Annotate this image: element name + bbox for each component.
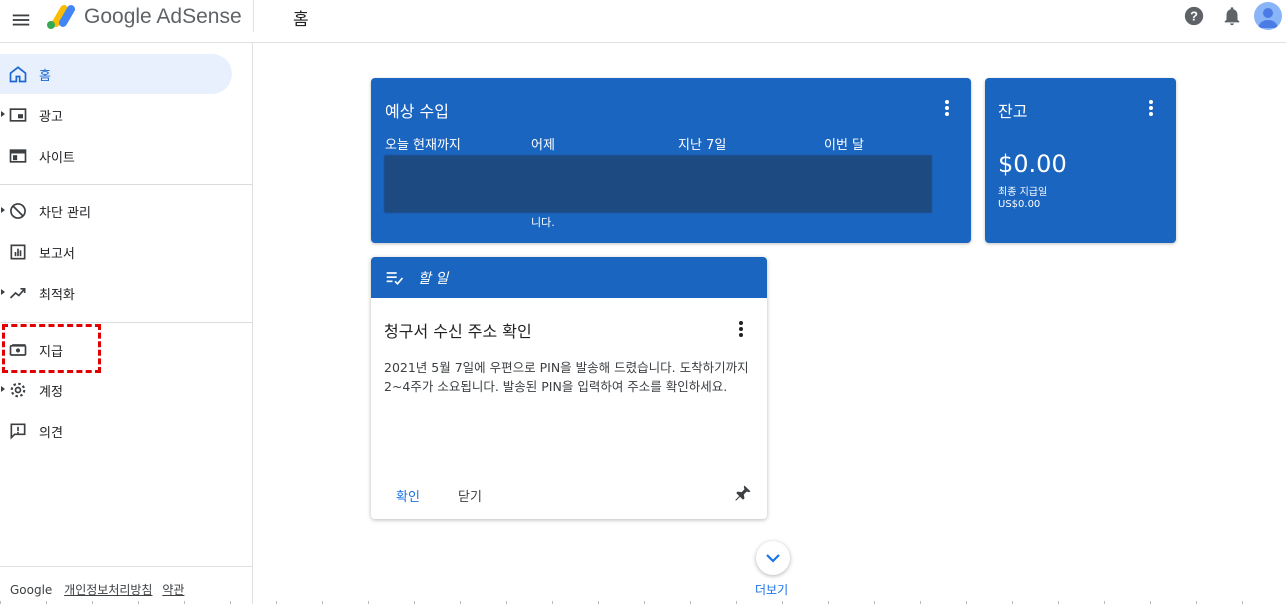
payments-highlight-box: [2, 324, 101, 373]
earnings-col-month: 이번 달: [824, 138, 865, 153]
earnings-card: 예상 수입 오늘 현재까지 어제 지난 7일 이번 달 니다.: [371, 78, 971, 243]
earnings-col-today: 오늘 현재까지: [385, 138, 461, 153]
earnings-title: 예상 수입: [385, 102, 449, 121]
chevron-down-icon: [766, 554, 780, 563]
earnings-tail-text: 니다.: [531, 216, 555, 229]
account-avatar[interactable]: [1254, 2, 1282, 30]
sidebar-item-feedback[interactable]: 의견: [0, 411, 232, 451]
sidebar-divider: [0, 184, 253, 185]
balance-amount: $0.00: [998, 150, 1067, 178]
expand-caret-icon: [1, 207, 5, 213]
todo-item-description: 2021년 5월 7일에 우편으로 PIN을 발송해 드렸습니다. 도착하기까지…: [384, 358, 756, 396]
confirm-button[interactable]: 확인: [396, 486, 420, 505]
sidebar-item-label: 광고: [39, 110, 63, 125]
sidebar: 홈 광고 사이트 차단 관리 보고서 최적화 지급 계정 의견 Google 개…: [0, 43, 253, 604]
sidebar-item-account[interactable]: 계정: [0, 370, 232, 410]
dismiss-button[interactable]: 닫기: [458, 486, 482, 505]
balance-last-payment-label: 최종 지급일: [998, 187, 1048, 198]
sidebar-item-reports[interactable]: 보고서: [0, 232, 232, 272]
adsense-logo-icon: [47, 5, 75, 29]
expand-caret-icon: [1, 111, 5, 117]
sidebar-item-home[interactable]: 홈: [0, 54, 232, 94]
sidebar-item-label: 계정: [39, 385, 63, 400]
menu-icon[interactable]: [10, 9, 32, 31]
sidebar-footer: Google 개인정보처리방침 약관: [10, 581, 190, 598]
redacted-earnings-values: [384, 155, 932, 213]
sidebar-item-sites[interactable]: 사이트: [0, 136, 232, 176]
sites-icon: [9, 149, 27, 163]
sidebar-item-blocking[interactable]: 차단 관리: [0, 191, 232, 231]
privacy-link[interactable]: 개인정보처리방침: [64, 583, 152, 597]
footer-google: Google: [10, 583, 53, 597]
reports-icon: [10, 244, 26, 260]
todo-more-icon[interactable]: [738, 321, 744, 339]
earnings-col-7days: 지난 7일: [678, 138, 727, 153]
gear-icon: [10, 382, 26, 398]
todo-header: 할 일: [371, 257, 767, 298]
sidebar-divider: [0, 322, 253, 323]
brand-name: Google AdSense: [84, 5, 242, 28]
sidebar-item-label: 의견: [39, 426, 63, 441]
help-icon[interactable]: ?: [1183, 5, 1205, 27]
page-title: 홈: [293, 10, 309, 30]
feedback-icon: [10, 423, 26, 440]
notifications-icon[interactable]: [1221, 5, 1243, 27]
balance-more-icon[interactable]: [1148, 100, 1154, 118]
balance-last-payment-value: US$0.00: [998, 199, 1041, 210]
footer-divider: [0, 566, 253, 567]
header-divider: [253, 0, 254, 32]
balance-card: 잔고 $0.00 최종 지급일 US$0.00: [985, 78, 1176, 243]
balance-title: 잔고: [998, 102, 1028, 121]
sidebar-item-label: 최적화: [39, 288, 75, 303]
home-icon: [9, 66, 27, 83]
show-more-button[interactable]: [756, 541, 790, 575]
svg-text:?: ?: [1190, 9, 1198, 24]
show-more-label[interactable]: 더보기: [755, 581, 788, 598]
terms-link[interactable]: 약관: [162, 583, 184, 597]
checklist-icon: [386, 272, 404, 286]
expand-caret-icon: [1, 386, 5, 392]
todo-description-line: 2~4주가 소요됩니다. 발송된 PIN을 입력하여 주소를 확인하세요.: [384, 379, 728, 394]
block-icon: [10, 203, 26, 219]
sidebar-item-ads[interactable]: 광고: [0, 95, 232, 135]
sidebar-item-label: 사이트: [39, 151, 75, 166]
todo-header-title: 할 일: [418, 271, 449, 287]
top-app-bar: Google AdSense 홈 ?: [0, 0, 1286, 43]
ads-icon: [9, 108, 27, 122]
person-icon: [1258, 8, 1278, 28]
sidebar-item-optimize[interactable]: 최적화: [0, 273, 232, 313]
optimize-icon: [9, 288, 26, 299]
todo-description-line: 2021년 5월 7일에 우편으로 PIN을 발송해 드렸습니다. 도착하기까지: [384, 360, 749, 375]
earnings-col-yesterday: 어제: [531, 138, 555, 153]
sidebar-item-label: 보고서: [39, 247, 75, 262]
sidebar-item-label: 차단 관리: [39, 206, 91, 221]
expand-caret-icon: [1, 289, 5, 295]
sidebar-item-label: 홈: [39, 69, 51, 84]
todo-card: 할 일 청구서 수신 주소 확인 2021년 5월 7일에 우편으로 PIN을 …: [371, 257, 767, 519]
todo-item-title: 청구서 수신 주소 확인: [384, 322, 532, 341]
pin-icon[interactable]: [734, 484, 752, 502]
earnings-more-icon[interactable]: [944, 100, 950, 118]
